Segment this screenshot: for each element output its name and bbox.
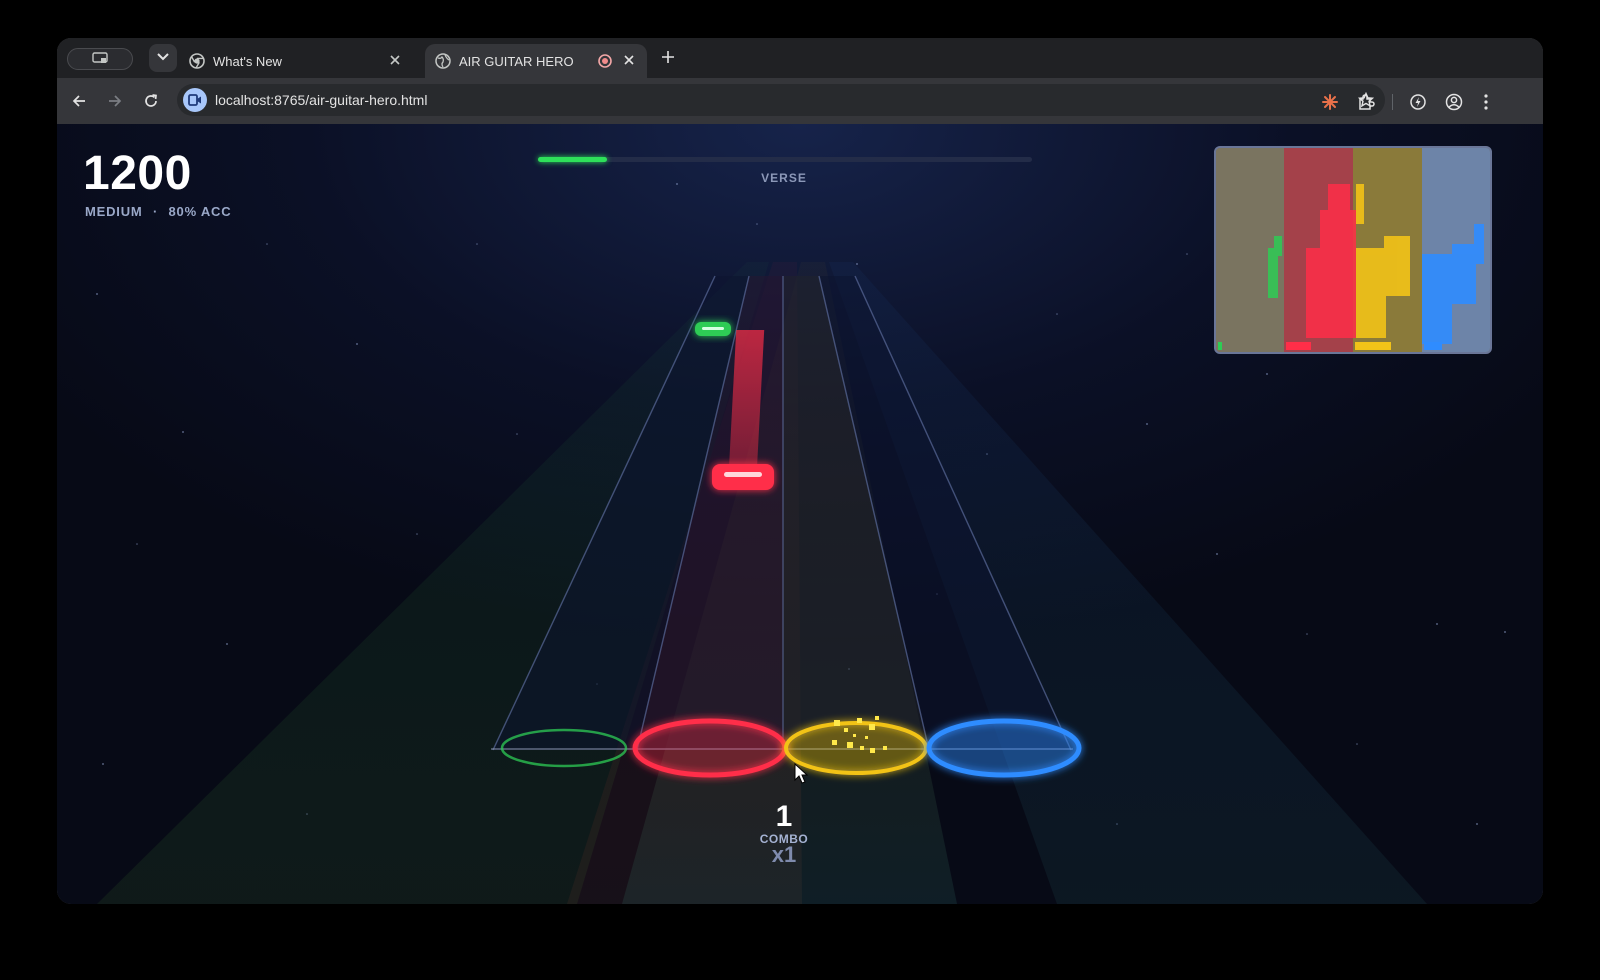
browser-toolbar: localhost:8765/air-guitar-hero.html — [57, 78, 1543, 124]
camera-meter-yellow — [1355, 342, 1391, 350]
burst-extension-icon[interactable] — [1321, 93, 1339, 111]
reload-icon[interactable] — [143, 93, 159, 109]
note-green-highlight — [702, 327, 724, 330]
tab-search-button[interactable] — [67, 48, 133, 70]
camera-meter-green — [1218, 342, 1222, 350]
toolbar-divider — [1392, 94, 1393, 110]
puzzle-extensions-icon[interactable] — [1357, 93, 1375, 111]
tab-title: AIR GUITAR HERO — [459, 54, 574, 69]
camera-meter-blue — [1424, 342, 1442, 350]
tab-title: What's New — [213, 54, 282, 69]
site-info-button[interactable] — [183, 88, 207, 112]
difficulty-label: MEDIUM — [85, 204, 143, 219]
difficulty-accuracy: MEDIUM · 80% ACC — [85, 204, 231, 219]
section-label: VERSE — [761, 171, 807, 185]
game-viewport[interactable]: 1200 MEDIUM · 80% ACC VERSE 1 COMBO x1 — [57, 124, 1543, 904]
recording-icon — [598, 54, 612, 68]
profile-icon[interactable] — [1445, 93, 1463, 111]
performance-icon[interactable] — [1409, 93, 1427, 111]
fret-red[interactable] — [632, 718, 788, 778]
kebab-menu-icon[interactable] — [1483, 93, 1489, 111]
tab-air-guitar-hero[interactable]: AIR GUITAR HERO — [425, 44, 647, 78]
camera-meter-red — [1286, 342, 1311, 350]
globe-icon — [435, 53, 451, 69]
camera-icon — [188, 94, 201, 106]
chevron-down-icon — [157, 53, 169, 61]
forward-arrow-icon[interactable] — [107, 93, 123, 109]
tab-strip: What's New AIR GUITAR HERO — [57, 38, 1543, 78]
address-bar[interactable]: localhost:8765/air-guitar-hero.html — [177, 84, 1385, 116]
chrome-icon — [189, 53, 205, 69]
browser-window: What's New AIR GUITAR HERO localhost:876… — [57, 38, 1543, 904]
accuracy-label: 80% ACC — [168, 204, 232, 219]
separator-dot: · — [152, 204, 159, 219]
close-icon[interactable] — [389, 54, 401, 66]
note-red-highlight — [724, 472, 762, 477]
camera-silhouettes — [1268, 184, 1484, 344]
tab-whats-new[interactable]: What's New — [179, 44, 413, 78]
camera-preview — [1214, 146, 1492, 354]
fret-blue[interactable] — [926, 718, 1082, 778]
song-progress-fill — [538, 157, 608, 162]
tab-list-dropdown[interactable] — [149, 44, 177, 72]
fret-yellow[interactable] — [784, 721, 928, 775]
url-text: localhost:8765/air-guitar-hero.html — [215, 92, 428, 108]
combo-count: 1 — [775, 800, 793, 833]
score-multiplier: x1 — [771, 842, 797, 867]
song-progress-bar — [538, 157, 1032, 162]
combo-display: 1 COMBO x1 — [57, 800, 1543, 874]
tab-groups-icon — [92, 52, 108, 63]
back-arrow-icon[interactable] — [71, 93, 87, 109]
close-icon[interactable] — [623, 54, 635, 66]
new-tab-plus-icon[interactable] — [661, 50, 675, 64]
